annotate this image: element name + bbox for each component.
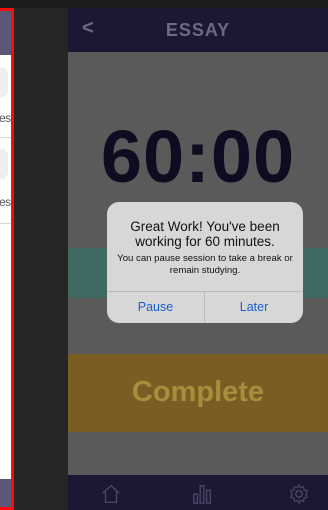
divider [0,137,11,138]
divider [0,223,11,224]
screen-gutter [14,8,68,510]
pause-button[interactable]: Pause [107,292,205,323]
previous-screen-card: es es [0,8,14,510]
previous-screen-header [0,11,11,55]
stats-icon[interactable] [191,483,213,505]
previous-screen-text-fragment: es [0,195,11,209]
later-button[interactable]: Later [205,292,303,323]
timer-display: 60:00 [100,115,296,198]
alert-title: Great Work! You've been working for 60 m… [130,219,280,249]
alert-message: You can pause session to take a break or… [117,253,293,276]
gear-icon[interactable] [288,483,310,505]
alert-button-row: Pause Later [107,291,303,323]
complete-button[interactable]: Complete [68,354,328,432]
previous-screen-avatar [0,149,8,179]
previous-screen-footer [0,479,11,507]
home-icon[interactable] [100,483,122,505]
previous-screen-text-fragment: es [0,111,11,125]
previous-screen-avatar [0,67,8,97]
page-title: ESSAY [165,20,231,40]
status-strip [0,0,328,8]
tab-bar [68,475,328,510]
session-alert-dialog: Great Work! You've been working for 60 m… [107,202,303,323]
navigation-bar: < ESSAY [68,8,328,52]
